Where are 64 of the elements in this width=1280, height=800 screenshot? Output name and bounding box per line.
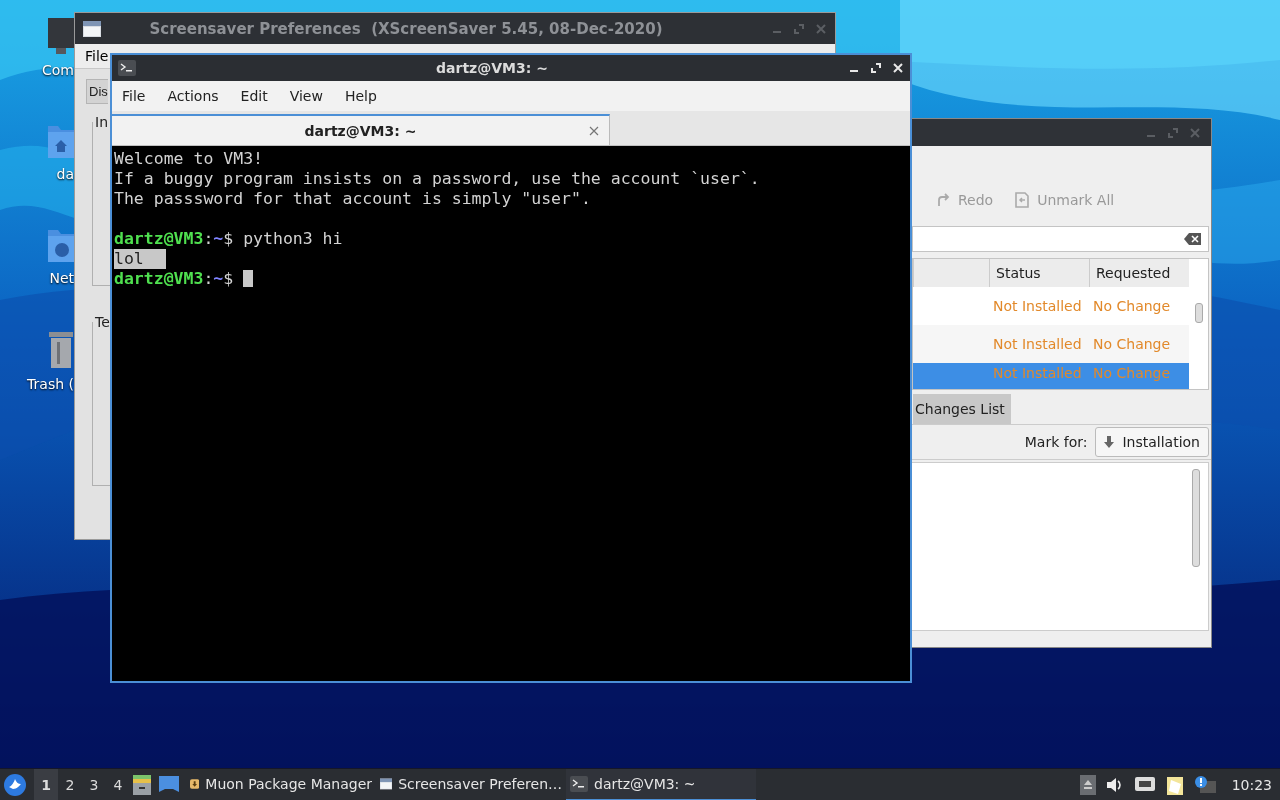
- prompt-colon: :: [203, 229, 214, 249]
- clock: 10:23: [1231, 776, 1272, 793]
- prompt-symbol: $: [223, 269, 234, 289]
- icon-label[interactable]: Net: [49, 270, 74, 286]
- terminal-line: The passsword for that account is simply "user".: [114, 189, 591, 209]
- taskbar-task[interactable]: dartz@VM3: ~: [566, 768, 756, 800]
- eject-icon[interactable]: [1079, 774, 1096, 795]
- menu-item[interactable]: View: [289, 88, 335, 104]
- window-icon: [83, 20, 101, 37]
- window-title: dartz@VM3: ~: [435, 60, 549, 76]
- prompt-host: dartz@VM3: [114, 269, 204, 289]
- terminal-icon: [570, 775, 588, 792]
- menu-item[interactable]: File: [85, 48, 109, 64]
- column-header[interactable]: Status: [989, 259, 1089, 287]
- terminal-line: If a buggy program insists on a password, use the account `user`.: [114, 169, 760, 189]
- notification-icon[interactable]: [1193, 774, 1216, 795]
- menu-item[interactable]: Help: [344, 88, 389, 104]
- requested-cell-text: No Change: [1092, 365, 1172, 381]
- terminal-tab[interactable]: dartz@VM3: ~: [112, 114, 610, 145]
- document-arrow-icon: [1015, 192, 1030, 208]
- group-label: In: [94, 114, 109, 130]
- menu-item[interactable]: Actions: [167, 88, 231, 104]
- prompt-symbol: $: [223, 229, 234, 249]
- trash-icon[interactable]: [48, 330, 74, 370]
- search-field[interactable]: [912, 226, 1209, 252]
- workspace-button[interactable]: 1: [34, 768, 58, 800]
- group-label: Te: [94, 314, 111, 330]
- workspace-button[interactable]: 3: [82, 768, 106, 800]
- scrollbar-thumb[interactable]: [1194, 303, 1203, 323]
- taskbar-task[interactable]: Screensaver Preferen…: [376, 768, 566, 800]
- scrollbar-thumb[interactable]: [1192, 469, 1200, 567]
- field-label: Mark for:: [1024, 434, 1088, 450]
- clear-icon[interactable]: [1184, 232, 1202, 246]
- workspace-button[interactable]: 4: [106, 768, 130, 800]
- terminal-command: python3 hi: [242, 229, 343, 249]
- menu-item[interactable]: Edit: [240, 88, 280, 104]
- network-port-icon[interactable]: [1133, 775, 1156, 794]
- terminal-line: Welcome to VM3!: [114, 149, 263, 169]
- monitor-icon[interactable]: [48, 16, 74, 56]
- volume-icon[interactable]: [1105, 776, 1124, 793]
- icon-label[interactable]: Trash (: [27, 376, 74, 392]
- status-cell-text: Not Installed: [992, 298, 1083, 314]
- file-cabinet-icon[interactable]: [132, 773, 152, 796]
- prompt-colon: :: [203, 269, 214, 289]
- window-title: Screensaver Preferences (XScreenSaver 5.45, 08-Dec-2020): [148, 19, 664, 38]
- down-arrow-icon: [1104, 436, 1115, 448]
- status-cell-text: Not Installed: [992, 365, 1083, 381]
- installation-button[interactable]: Installation: [1095, 427, 1209, 457]
- tab[interactable]: Changes List: [913, 394, 1011, 424]
- prompt-path: ~: [213, 269, 224, 289]
- terminal-icon: [118, 60, 136, 76]
- prompt-path: ~: [213, 229, 224, 249]
- tab[interactable]: Dis: [86, 79, 108, 104]
- column-header[interactable]: Requested: [1089, 259, 1189, 287]
- requested-cell-text: No Change: [1092, 336, 1172, 352]
- taskbar-task[interactable]: Muon Package Manager: [186, 768, 376, 800]
- prompt-host: dartz@VM3: [114, 229, 204, 249]
- status-cell-text: Not Installed: [992, 336, 1083, 352]
- menu-item[interactable]: File: [122, 88, 158, 104]
- requested-cell-text: No Change: [1092, 298, 1172, 314]
- workspace-button[interactable]: 2: [58, 768, 82, 800]
- start-menu-icon[interactable]: [4, 773, 26, 796]
- redo-icon: [936, 193, 950, 207]
- desktop-icon[interactable]: [158, 773, 180, 794]
